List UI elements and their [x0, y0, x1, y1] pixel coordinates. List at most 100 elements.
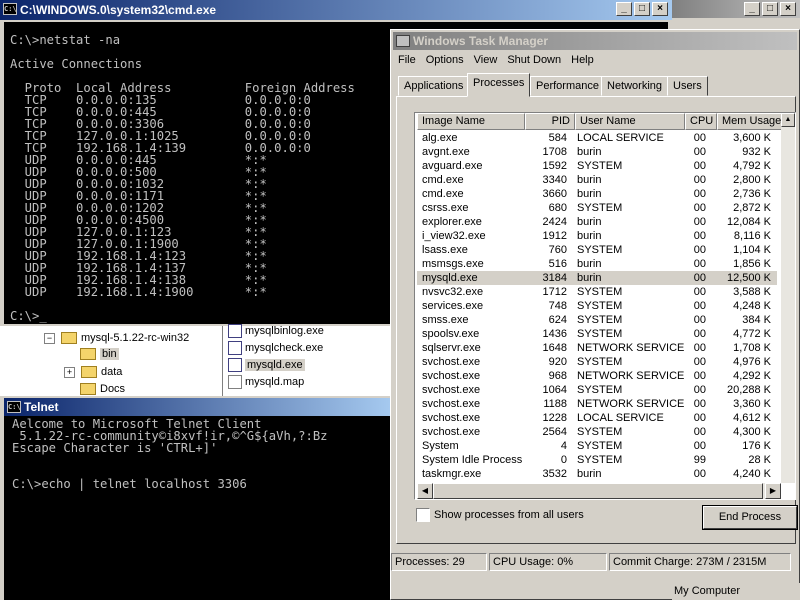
tree-item-data[interactable]: + data: [64, 364, 122, 380]
tab-applications[interactable]: Applications: [398, 76, 470, 96]
maximize-button[interactable]: □: [634, 2, 650, 16]
process-row[interactable]: cmd.exe 3660 burin 00 2,736 K: [417, 187, 777, 201]
process-row[interactable]: msmsgs.exe 516 burin 00 1,856 K: [417, 257, 777, 271]
horizontal-scrollbar[interactable]: ◀ ▶: [417, 483, 781, 499]
file-item[interactable]: mysqlbinlog.exe: [228, 323, 324, 339]
show-all-processes-option[interactable]: Show processes from all users: [416, 507, 584, 523]
process-list[interactable]: Image Name PID User Name CPU Mem Usage a…: [414, 112, 796, 500]
close-button[interactable]: ×: [652, 2, 668, 16]
telnet-window[interactable]: C:\ Telnet Aelcome to Microsoft Telnet Cl…: [0, 396, 392, 600]
process-cpu: 00: [693, 328, 706, 340]
process-row[interactable]: i_view32.exe 1912 burin 00 8,116 K: [417, 229, 777, 243]
process-cpu: 00: [693, 426, 706, 438]
process-user: NETWORK SERVICE: [577, 342, 685, 354]
scroll-right-button[interactable]: ▶: [765, 483, 781, 499]
tree-item-mysql[interactable]: − mysql-5.1.22-rc-win32: [44, 330, 189, 346]
process-row[interactable]: svchost.exe 2564 SYSTEM 00 4,300 K: [417, 425, 777, 439]
process-pid: 2564: [542, 426, 567, 438]
tree-item-label: mysql-5.1.22-rc-win32: [81, 332, 190, 344]
process-row[interactable]: services.exe 748 SYSTEM 00 4,248 K: [417, 299, 777, 313]
process-row[interactable]: nvsvc32.exe 1712 SYSTEM 00 3,588 K: [417, 285, 777, 299]
menu-options[interactable]: Options: [421, 51, 469, 69]
file-label: mysqld.exe: [245, 359, 305, 371]
process-row[interactable]: cmd.exe 3340 burin 00 2,800 K: [417, 173, 777, 187]
tab-users[interactable]: Users: [667, 76, 708, 96]
process-row[interactable]: svchost.exe 1188 NETWORK SERVICE 00 3,360 K: [417, 397, 777, 411]
tree-item-docs[interactable]: Docs: [80, 381, 125, 397]
folder-tree[interactable]: − mysql-5.1.22-rc-win32 bin + data Docs: [0, 326, 223, 398]
cmd-title-bar[interactable]: C:\ C:\WINDOWS.0\system32\cmd.exe _ □ ×: [0, 0, 672, 20]
bg-close-button[interactable]: ×: [780, 2, 796, 16]
process-cpu: 00: [693, 468, 706, 480]
column-pid[interactable]: PID: [525, 113, 575, 130]
scroll-left-button[interactable]: ◀: [417, 483, 433, 499]
file-list[interactable]: mysqlbinlog.exe mysqlcheck.exe mysqld.ex…: [226, 323, 390, 398]
process-name: taskmgr.exe: [422, 468, 482, 480]
tree-item-bin[interactable]: bin: [80, 346, 119, 362]
process-row[interactable]: smss.exe 624 SYSTEM 00 384 K: [417, 313, 777, 327]
menu-shut-down[interactable]: Shut Down: [502, 51, 566, 69]
process-pid: 748: [548, 300, 567, 312]
tab-networking[interactable]: Networking: [601, 76, 669, 96]
process-pid: 1592: [542, 160, 567, 172]
column-user-name[interactable]: User Name: [575, 113, 685, 130]
telnet-console-output[interactable]: Aelcome to Microsoft Telnet Client 5.1.2…: [4, 416, 392, 600]
tab-processes[interactable]: Processes: [467, 73, 531, 97]
show-all-checkbox[interactable]: [416, 508, 430, 523]
bg-minimize-button[interactable]: _: [744, 2, 760, 16]
tab-performance[interactable]: Performance: [530, 76, 605, 96]
task-manager-title-bar[interactable]: Windows Task Manager: [393, 32, 797, 50]
process-pid: 584: [548, 132, 567, 144]
end-process-button[interactable]: End Process: [702, 505, 798, 530]
process-row[interactable]: lsass.exe 760 SYSTEM 00 1,104 K: [417, 243, 777, 257]
process-row[interactable]: svchost.exe 920 SYSTEM 00 4,976 K: [417, 355, 777, 369]
process-row[interactable]: alg.exe 584 LOCAL SERVICE 00 3,600 K: [417, 131, 777, 145]
process-row[interactable]: sqlservr.exe 1648 NETWORK SERVICE 00 1,708 K: [417, 341, 777, 355]
process-name: lsass.exe: [422, 244, 468, 256]
process-row[interactable]: System Idle Process 0 SYSTEM 99 28 K: [417, 453, 777, 467]
tree-expander[interactable]: +: [64, 367, 75, 378]
process-mem: 384 K: [742, 314, 771, 326]
process-name: msmsgs.exe: [422, 258, 484, 270]
process-row[interactable]: mysqld.exe 3184 burin 00 12,500 K: [417, 271, 777, 285]
process-row[interactable]: avguard.exe 1592 SYSTEM 00 4,792 K: [417, 159, 777, 173]
process-row[interactable]: taskmgr.exe 3532 burin 00 4,240 K: [417, 467, 777, 481]
process-row[interactable]: explorer.exe 2424 burin 00 12,084 K: [417, 215, 777, 229]
process-user: SYSTEM: [577, 202, 623, 214]
bg-maximize-button[interactable]: □: [762, 2, 778, 16]
process-cpu: 00: [693, 202, 706, 214]
process-name: nvsvc32.exe: [422, 286, 484, 298]
scroll-thumb[interactable]: [433, 483, 763, 499]
process-mem: 2,872 K: [733, 202, 771, 214]
desktop-my-computer-label[interactable]: My Computer: [672, 583, 800, 600]
menu-file[interactable]: File: [393, 51, 421, 69]
menu-view[interactable]: View: [469, 51, 503, 69]
process-mem: 12,084 K: [726, 216, 771, 228]
telnet-title-bar[interactable]: C:\ Telnet: [4, 398, 392, 416]
process-name: svchost.exe: [422, 412, 481, 424]
process-row[interactable]: spoolsv.exe 1436 SYSTEM 00 4,772 K: [417, 327, 777, 341]
menu-help[interactable]: Help: [566, 51, 599, 69]
process-cpu: 00: [693, 160, 706, 172]
file-item[interactable]: mysqld.exe: [228, 357, 305, 373]
column-cpu[interactable]: CPU: [685, 113, 717, 130]
process-row[interactable]: avgnt.exe 1708 burin 00 932 K: [417, 145, 777, 159]
process-row[interactable]: System 4 SYSTEM 00 176 K: [417, 439, 777, 453]
process-mem: 2,736 K: [733, 188, 771, 200]
process-name: avgnt.exe: [422, 146, 470, 158]
process-pid: 920: [548, 356, 567, 368]
show-all-label: Show processes from all users: [434, 509, 584, 521]
tree-expander[interactable]: −: [44, 333, 55, 344]
minimize-button[interactable]: _: [616, 2, 632, 16]
process-row[interactable]: svchost.exe 1228 LOCAL SERVICE 00 4,612 K: [417, 411, 777, 425]
file-item[interactable]: mysqlcheck.exe: [228, 340, 323, 356]
vertical-scrollbar[interactable]: ▲: [781, 113, 795, 483]
process-mem: 1,856 K: [733, 258, 771, 270]
process-row[interactable]: csrss.exe 680 SYSTEM 00 2,872 K: [417, 201, 777, 215]
column-image-name[interactable]: Image Name: [417, 113, 525, 130]
scroll-up-button[interactable]: ▲: [781, 113, 795, 127]
process-row[interactable]: svchost.exe 1064 SYSTEM 00 20,288 K: [417, 383, 777, 397]
exe-file-icon: [228, 341, 242, 356]
process-row[interactable]: svchost.exe 968 NETWORK SERVICE 00 4,292 K: [417, 369, 777, 383]
file-item[interactable]: mysqld.map: [228, 374, 304, 390]
